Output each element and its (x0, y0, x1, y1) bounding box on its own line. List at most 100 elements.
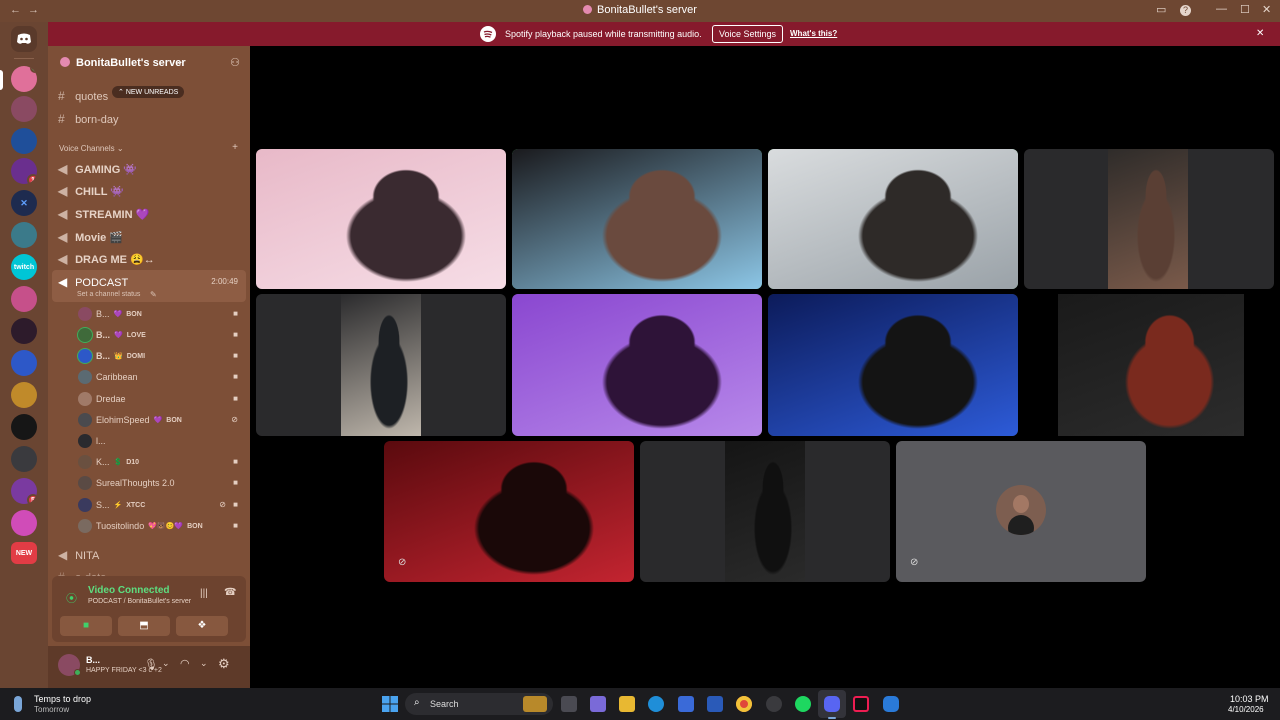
video-tile[interactable] (1024, 294, 1274, 436)
voice-member[interactable]: B... 💜 BON (78, 305, 142, 323)
voice-settings-button[interactable]: Voice Settings (712, 25, 784, 43)
video-tile[interactable] (512, 294, 762, 436)
gear-icon[interactable]: ⚙ (218, 656, 230, 672)
voice-channel-drag-me[interactable]: ◀ DRAG ME 😩↔ (58, 252, 155, 266)
video-tile[interactable]: ⊘ (384, 441, 634, 582)
video-tile[interactable] (256, 294, 506, 436)
voice-category[interactable]: Voice Channels ⌄ (59, 144, 124, 153)
window-title: BonitaBullet's server (0, 4, 1280, 16)
tiktok-icon[interactable] (853, 696, 869, 712)
chevron-down-icon[interactable]: ⌄ (162, 658, 170, 669)
weather-subtitle[interactable]: Tomorrow (34, 705, 69, 714)
help-icon[interactable]: ? (1180, 5, 1191, 16)
voice-member[interactable]: Caribbean (78, 368, 138, 386)
voice-channel-podcast[interactable]: ◀ PODCAST (58, 275, 128, 289)
guild-13[interactable] (11, 446, 37, 472)
guild-3[interactable] (11, 128, 37, 154)
github-icon[interactable] (766, 696, 782, 712)
avatar (78, 476, 92, 490)
guild-8[interactable] (11, 286, 37, 312)
guild-5[interactable]: ✕ (11, 190, 37, 216)
video-tile-speaking[interactable] (512, 149, 762, 289)
video-tile[interactable] (640, 441, 890, 582)
channel-quotes[interactable]: # quotes (58, 89, 108, 103)
inbox-icon[interactable]: ▭ (1156, 3, 1166, 16)
member-tag-icon: 💲 (113, 459, 123, 466)
close-window-icon[interactable]: ✕ (1262, 3, 1271, 16)
chevron-down-icon[interactable]: ⌄ (200, 658, 208, 669)
guild-twitch[interactable]: twitch (11, 254, 37, 280)
voice-location[interactable]: PODCAST / BonitaBullet's server (88, 598, 191, 605)
mail-icon[interactable] (707, 696, 723, 712)
guild-bonitabullet[interactable] (11, 66, 37, 92)
task-view-icon[interactable] (561, 696, 577, 712)
channel-born-day[interactable]: # born-day (58, 112, 118, 126)
close-banner-icon[interactable]: ✕ (1256, 28, 1264, 39)
voice-member[interactable]: B... 👑 DOMI (78, 347, 145, 365)
video-tile[interactable] (256, 149, 506, 289)
minimize-icon[interactable]: — (1216, 3, 1227, 15)
screenshare-button[interactable]: ⬒ (118, 616, 170, 636)
edge-icon[interactable] (648, 696, 664, 712)
invite-icon[interactable]: ⚇ (230, 56, 240, 69)
user-name[interactable]: B... (86, 655, 100, 665)
headphones-icon[interactable]: ◠ (180, 657, 190, 670)
copilot-icon[interactable] (590, 696, 606, 712)
store-icon[interactable] (678, 696, 694, 712)
guild-4[interactable]: 1 (11, 158, 37, 184)
guild-15[interactable] (11, 510, 37, 536)
voice-channel-movie[interactable]: ◀ Movie 🎬 (58, 230, 123, 244)
guild-2[interactable] (11, 96, 37, 122)
video-tile-avatar[interactable]: ⊘ (896, 441, 1146, 582)
guild-14[interactable]: 5 (11, 478, 37, 504)
voice-member[interactable]: K... 💲 D10 (78, 453, 139, 471)
activities-button[interactable]: ❖ (176, 616, 228, 636)
voice-member[interactable]: ElohimSpeed 💜 BON (78, 411, 182, 429)
pencil-icon[interactable]: ✎ (150, 290, 157, 299)
voice-member[interactable]: l... (78, 432, 106, 450)
chrome-icon[interactable] (736, 696, 752, 712)
guild-6[interactable] (11, 222, 37, 248)
video-button[interactable]: ■ (60, 616, 112, 636)
clock-time[interactable]: 10:03 PM (1230, 694, 1269, 704)
new-unreads-pill[interactable]: ⌃ NEW UNREADS (112, 86, 185, 98)
spotify-taskbar-icon[interactable] (795, 696, 811, 712)
guild-9[interactable] (11, 318, 37, 344)
voice-member[interactable]: Tuositolindo 💖🐻😊💜 BON (78, 517, 203, 535)
guild-10[interactable] (11, 350, 37, 376)
voice-member[interactable]: S... ⚡ XTCC (78, 496, 145, 514)
guild-12[interactable] (11, 414, 37, 440)
clock-date[interactable]: 4/10/2026 (1228, 705, 1264, 714)
channel-label: DRAG ME (75, 254, 128, 266)
voice-channel-chill[interactable]: ◀ CHILL 👾 (58, 184, 124, 198)
noise-suppression-icon[interactable]: ||| (200, 588, 208, 599)
windows-start-icon[interactable] (382, 696, 398, 712)
voice-channel-nita[interactable]: ◀ NITA (58, 548, 99, 562)
channel-status[interactable]: Set a channel status (77, 291, 140, 298)
new-guild-badge[interactable]: NEW (11, 542, 37, 564)
microphone-icon[interactable]: 🎙 (144, 658, 158, 671)
app-icon[interactable] (883, 696, 899, 712)
video-feed-inset (341, 294, 421, 436)
disconnect-icon[interactable]: ☎ (224, 587, 236, 598)
whats-this-link[interactable]: What's this? (790, 29, 837, 38)
voice-member[interactable]: B... 💜 LOVE (78, 326, 146, 344)
file-explorer-icon[interactable] (619, 696, 635, 712)
voice-channel-gaming[interactable]: ◀ GAMING 👾 (58, 162, 137, 176)
guild-11[interactable] (11, 382, 37, 408)
add-channel-icon[interactable]: + (232, 142, 238, 153)
server-header[interactable]: BonitaBullet's server ⌄ ⚇ (48, 46, 250, 80)
voice-member[interactable]: SurealThoughts 2.0 (78, 474, 175, 492)
weather-title[interactable]: Temps to drop (34, 694, 91, 704)
video-tile-speaking[interactable] (768, 149, 1018, 289)
search-box[interactable]: ⌕ Search (405, 693, 553, 715)
maximize-icon[interactable]: ☐ (1240, 3, 1250, 16)
voice-channel-streamin[interactable]: ◀ STREAMIN 💜 (58, 207, 149, 221)
video-tile[interactable] (1024, 149, 1274, 289)
video-tile[interactable] (768, 294, 1018, 436)
voice-member[interactable]: Dredae (78, 390, 126, 408)
discord-home-icon[interactable] (11, 26, 37, 52)
voice-status[interactable]: Video Connected (88, 585, 170, 596)
channel-sidebar: BonitaBullet's server ⌄ ⚇ # quotes ⌃ NEW… (48, 46, 250, 688)
discord-taskbar-icon[interactable] (824, 696, 840, 712)
